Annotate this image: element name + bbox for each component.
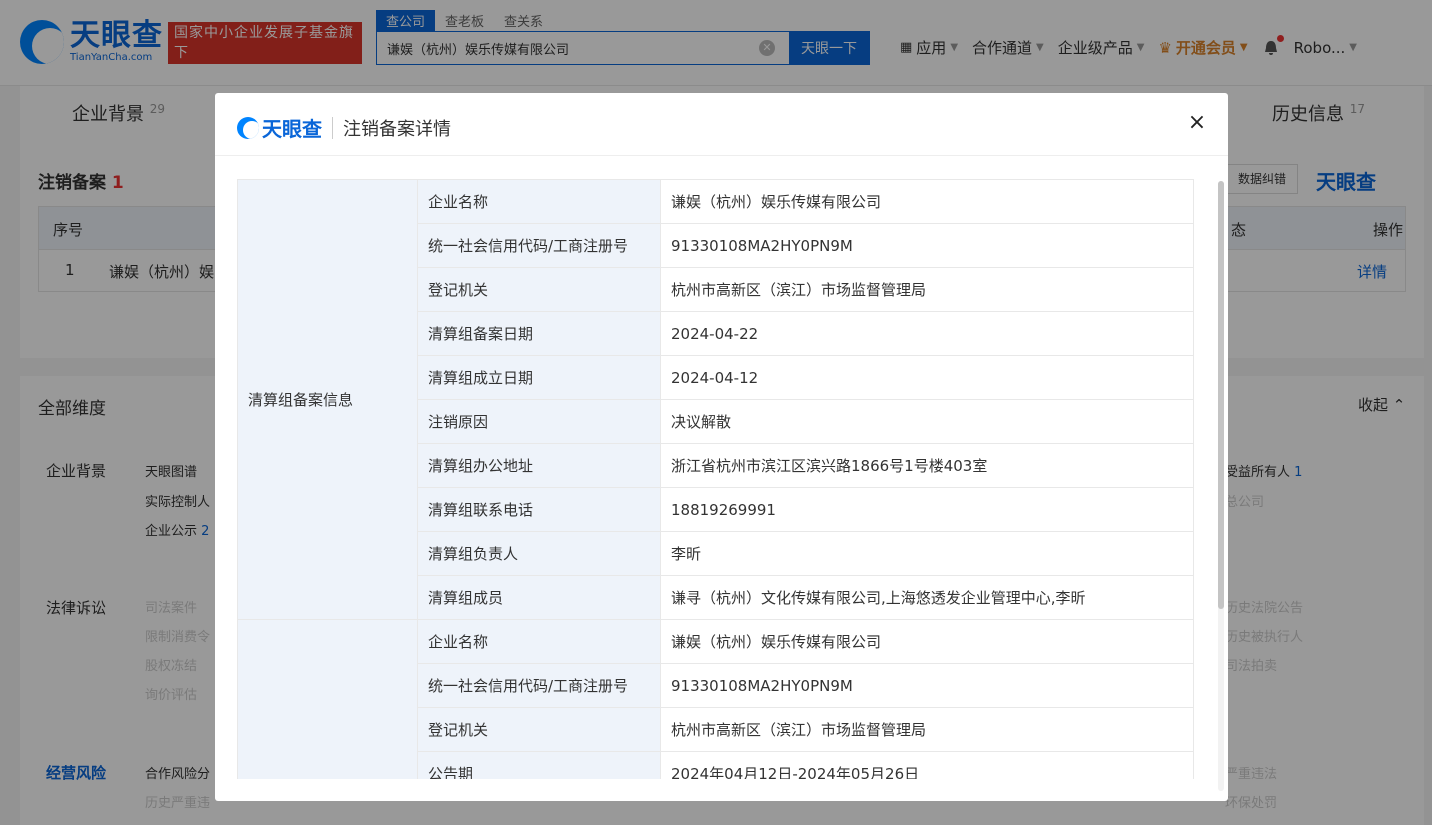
field-key: 统一社会信用代码/工商注册号 (417, 663, 661, 708)
field-key: 统一社会信用代码/工商注册号 (417, 223, 661, 268)
field-value: 谦娱（杭州）娱乐传媒有限公司 (660, 179, 1194, 224)
modal-logo: 天眼查 注销备案详情 (237, 113, 451, 142)
field-value: 2024-04-12 (660, 355, 1194, 400)
close-button[interactable]: × (1185, 111, 1209, 135)
field-key: 注销原因 (417, 399, 661, 444)
scrollbar[interactable] (1218, 181, 1224, 791)
field-key: 清算组成员 (417, 575, 661, 620)
field-value: 91330108MA2HY0PN9M (660, 223, 1194, 268)
modal-logo-text: 天眼查 (262, 117, 322, 141)
field-value: 李昕 (660, 531, 1194, 576)
field-key: 清算组办公地址 (417, 443, 661, 488)
field-key: 登记机关 (417, 707, 661, 752)
field-value: 决议解散 (660, 399, 1194, 444)
group-label (237, 619, 418, 779)
group-label: 清算组备案信息 (237, 179, 418, 620)
table-row: 清算组备案信息 企业名称 谦娱（杭州）娱乐传媒有限公司 (237, 179, 1194, 620)
field-key: 清算组成立日期 (417, 355, 661, 400)
field-value: 浙江省杭州市滨江区滨兴路1866号1号楼403室 (660, 443, 1194, 488)
field-value: 91330108MA2HY0PN9M (660, 663, 1194, 708)
field-value: 2024年04月12日-2024年05月26日 (660, 751, 1194, 779)
divider (332, 116, 333, 139)
eye-logo-icon (237, 116, 259, 139)
modal-body[interactable]: 清算组备案信息 企业名称 谦娱（杭州）娱乐传媒有限公司 统一社会信用代码/工商注册号 9… (237, 179, 1194, 779)
field-key: 公告期 (417, 751, 661, 779)
modal-header: 天眼查 注销备案详情 × (215, 93, 1228, 156)
field-value: 杭州市高新区（滨江）市场监督管理局 (660, 707, 1194, 752)
field-value: 2024-04-22 (660, 311, 1194, 356)
table-row: 企业名称 谦娱（杭州）娱乐传媒有限公司 (237, 619, 1194, 779)
scrollbar-thumb[interactable] (1218, 181, 1224, 609)
cancellation-detail-modal: 天眼查 注销备案详情 × 清算组备案信息 企业名称 谦娱（杭州）娱乐传媒有限公司 统一… (215, 93, 1228, 801)
field-key: 登记机关 (417, 267, 661, 312)
detail-table: 清算组备案信息 企业名称 谦娱（杭州）娱乐传媒有限公司 统一社会信用代码/工商注册号 9… (237, 179, 1194, 779)
field-value: 18819269991 (660, 487, 1194, 532)
field-value: 谦寻（杭州）文化传媒有限公司,上海悠透发企业管理中心,李昕 (660, 575, 1194, 620)
field-key: 企业名称 (417, 179, 661, 224)
field-value: 杭州市高新区（滨江）市场监督管理局 (660, 267, 1194, 312)
field-value: 谦娱（杭州）娱乐传媒有限公司 (660, 619, 1194, 664)
field-key: 清算组备案日期 (417, 311, 661, 356)
field-key: 清算组联系电话 (417, 487, 661, 532)
modal-title: 注销备案详情 (343, 118, 451, 140)
field-key: 企业名称 (417, 619, 661, 664)
field-key: 清算组负责人 (417, 531, 661, 576)
